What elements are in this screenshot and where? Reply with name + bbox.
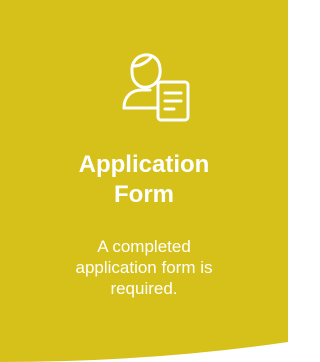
card-title-line-2: Form <box>114 181 174 208</box>
application-form-card: Application Form A completed application… <box>0 0 288 362</box>
card-title: Application Form <box>0 150 288 210</box>
card-description: A completed application form is required… <box>40 236 248 299</box>
card-description-line-1: A completed <box>97 237 191 256</box>
card-description-line-2: application form is <box>75 258 213 277</box>
card-description-line-3: required. <box>110 279 178 298</box>
person-with-form-icon <box>112 38 208 134</box>
card-title-line-1: Application <box>78 151 210 178</box>
